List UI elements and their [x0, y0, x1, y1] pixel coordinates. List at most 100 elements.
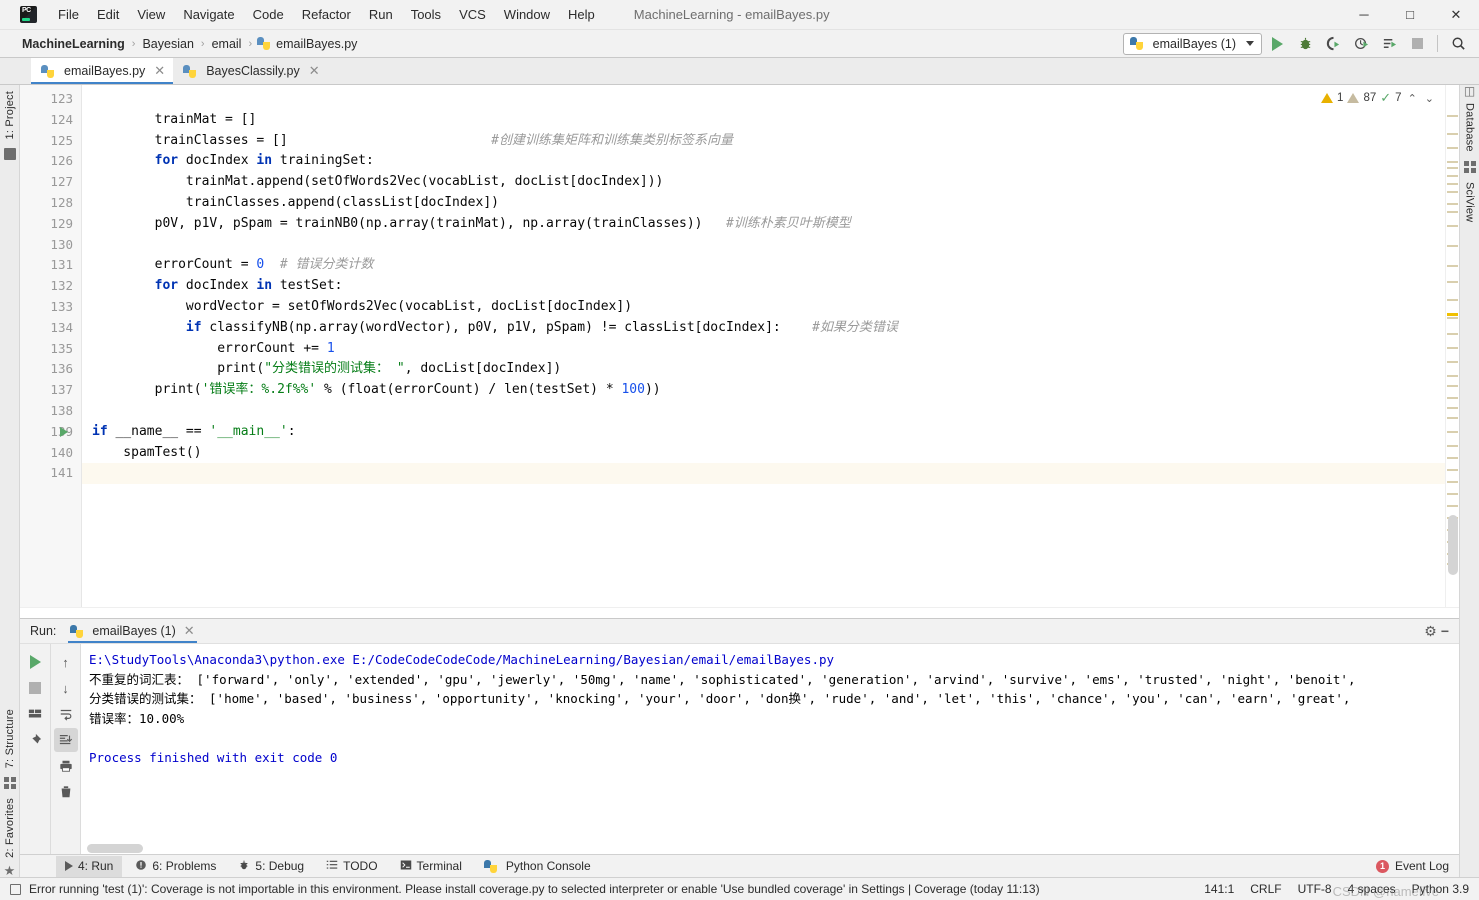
- clear-all-icon[interactable]: [54, 780, 78, 804]
- event-log-area[interactable]: 1 Event Log: [1375, 859, 1459, 873]
- code-line[interactable]: if __name__ == '__main__':: [82, 422, 1445, 443]
- code-line[interactable]: [82, 463, 1445, 485]
- code-line[interactable]: print("分类错误的测试集： ", docList[docIndex]): [82, 359, 1445, 380]
- error-stripe-mark[interactable]: [1447, 417, 1458, 419]
- error-stripe-mark[interactable]: [1447, 211, 1458, 213]
- tab-bayesclassily[interactable]: BayesClassily.py ✕: [173, 58, 328, 84]
- event-log-label[interactable]: Event Log: [1395, 859, 1449, 873]
- tab-emailbayes[interactable]: emailBayes.py ✕: [31, 58, 174, 84]
- python-interpreter[interactable]: Python 3.9: [1412, 882, 1469, 896]
- code-content[interactable]: trainMat = [] trainClasses = [] #创建训练集矩阵…: [82, 85, 1445, 607]
- window-controls[interactable]: ─ □ ✕: [1341, 0, 1479, 30]
- error-stripe-mark[interactable]: [1447, 457, 1458, 459]
- code-line[interactable]: trainClasses.append(classList[docIndex]): [82, 193, 1445, 214]
- close-icon[interactable]: ✕: [154, 63, 165, 79]
- error-stripe-mark[interactable]: [1447, 265, 1458, 267]
- minimize-button[interactable]: ─: [1341, 0, 1387, 30]
- error-stripe-mark[interactable]: [1447, 397, 1458, 399]
- debug-icon[interactable]: [1292, 32, 1318, 56]
- menu-run[interactable]: Run: [360, 4, 402, 25]
- previous-problem-icon[interactable]: ⌃: [1406, 92, 1419, 105]
- close-icon[interactable]: ✕: [309, 63, 320, 79]
- error-stripe-mark[interactable]: [1447, 347, 1458, 349]
- error-stripe-mark[interactable]: [1447, 115, 1458, 117]
- sidebar-item-favorites[interactable]: 2: Favorites ★: [4, 792, 16, 877]
- code-line[interactable]: errorCount += 1: [82, 339, 1445, 360]
- error-stripe-mark[interactable]: [1447, 481, 1458, 483]
- error-stripe-mark[interactable]: [1447, 317, 1458, 319]
- error-stripe-mark[interactable]: [1447, 191, 1458, 193]
- error-stripe-mark[interactable]: [1447, 361, 1458, 363]
- error-stripe-mark[interactable]: [1447, 505, 1458, 507]
- bottom-item-terminal[interactable]: Terminal: [391, 856, 471, 877]
- print-icon[interactable]: [54, 754, 78, 778]
- run-tests-icon[interactable]: [1376, 32, 1402, 56]
- sidebar-item-sciview[interactable]: SciView: [1460, 158, 1479, 228]
- close-button[interactable]: ✕: [1433, 0, 1479, 30]
- minimize-icon[interactable]: −: [1441, 623, 1449, 639]
- menu-tools[interactable]: Tools: [402, 4, 450, 25]
- code-line[interactable]: [82, 235, 1445, 256]
- rerun-icon[interactable]: [23, 650, 47, 674]
- error-stripe-mark[interactable]: [1447, 469, 1458, 471]
- scroll-to-end-icon[interactable]: [53, 728, 78, 752]
- console-output[interactable]: E:\StudyTools\Anaconda3\python.exe E:/Co…: [80, 644, 1459, 854]
- menu-navigate[interactable]: Navigate: [174, 4, 243, 25]
- bottom-item-todo[interactable]: TODO: [317, 856, 386, 877]
- breadcrumb-item-email[interactable]: email: [210, 37, 244, 51]
- indent-setting[interactable]: 4 spaces: [1348, 882, 1396, 896]
- error-stripe-mark[interactable]: [1447, 375, 1458, 377]
- code-line[interactable]: spamTest(): [82, 443, 1445, 464]
- error-stripe-mark[interactable]: [1447, 281, 1458, 283]
- layout-icon[interactable]: [23, 702, 47, 726]
- error-stripe-mark[interactable]: [1447, 493, 1458, 495]
- error-stripe-mark[interactable]: [1447, 175, 1458, 177]
- down-icon[interactable]: ↓: [54, 676, 78, 700]
- error-stripe-mark[interactable]: [1447, 225, 1458, 227]
- code-line[interactable]: trainMat.append(setOfWords2Vec(vocabList…: [82, 172, 1445, 193]
- error-stripe-mark[interactable]: [1447, 161, 1458, 163]
- error-stripe-mark[interactable]: [1447, 299, 1458, 301]
- run-tab-emailbayes[interactable]: emailBayes (1) ✕: [64, 619, 200, 643]
- gear-icon[interactable]: ⚙: [1424, 623, 1437, 640]
- error-stripe-mark[interactable]: [1447, 147, 1458, 149]
- editor-horizontal-scrollbar[interactable]: [20, 607, 1459, 618]
- status-message[interactable]: Error running 'test (1)': Coverage is no…: [29, 882, 1040, 896]
- breadcrumb[interactable]: MachineLearning › Bayesian › email › ema…: [20, 37, 359, 51]
- run-line-icon[interactable]: [60, 426, 68, 437]
- next-problem-icon[interactable]: ⌄: [1423, 92, 1436, 105]
- code-line[interactable]: trainClasses = [] #创建训练集矩阵和训练集类别标签系向量: [82, 131, 1445, 152]
- code-line[interactable]: if classifyNB(np.array(wordVector), p0V,…: [82, 318, 1445, 339]
- up-icon[interactable]: ↑: [54, 650, 78, 674]
- code-line[interactable]: [82, 401, 1445, 422]
- editor-gutter[interactable]: 123 124 125 126− 127 128└129 130 131 132−133 134−…: [20, 85, 91, 607]
- code-line[interactable]: errorCount = 0 # 错误分类计数: [82, 255, 1445, 276]
- profile-icon[interactable]: [1348, 32, 1374, 56]
- menu-view[interactable]: View: [128, 4, 174, 25]
- editor-vertical-scrollbar[interactable]: [1448, 515, 1458, 575]
- code-line[interactable]: p0V, p1V, pSpam = trainNB0(np.array(trai…: [82, 214, 1445, 235]
- error-stripe-mark[interactable]: [1447, 183, 1458, 185]
- breadcrumb-item-file[interactable]: emailBayes.py: [274, 37, 359, 51]
- bottom-item-debug[interactable]: 5: Debug: [229, 856, 313, 877]
- error-stripe-mark[interactable]: [1447, 133, 1458, 135]
- error-stripe-mark[interactable]: [1447, 203, 1458, 205]
- soft-wrap-icon[interactable]: [54, 702, 78, 726]
- close-icon[interactable]: ✕: [184, 623, 195, 639]
- stop-icon[interactable]: [1404, 32, 1430, 56]
- bottom-item-python-console[interactable]: Python Console: [475, 856, 600, 877]
- bottom-item-run[interactable]: 4: Run: [56, 855, 123, 877]
- file-encoding[interactable]: UTF-8: [1298, 882, 1332, 896]
- maximize-button[interactable]: □: [1387, 0, 1433, 30]
- main-menu[interactable]: File Edit View Navigate Code Refactor Ru…: [49, 4, 604, 25]
- code-line[interactable]: wordVector = setOfWords2Vec(vocabList, d…: [82, 297, 1445, 318]
- bottom-item-problems[interactable]: 6: Problems: [126, 856, 225, 877]
- run-with-coverage-icon[interactable]: [1320, 32, 1346, 56]
- search-icon[interactable]: [1445, 32, 1471, 56]
- sidebar-item-project[interactable]: 1: Project: [0, 85, 19, 163]
- caret-position[interactable]: 141:1: [1204, 882, 1234, 896]
- code-line[interactable]: for docIndex in trainingSet:: [82, 151, 1445, 172]
- menu-edit[interactable]: Edit: [88, 4, 128, 25]
- code-line[interactable]: print('错误率：%.2f%%' % (float(errorCount) …: [82, 380, 1445, 401]
- menu-refactor[interactable]: Refactor: [293, 4, 360, 25]
